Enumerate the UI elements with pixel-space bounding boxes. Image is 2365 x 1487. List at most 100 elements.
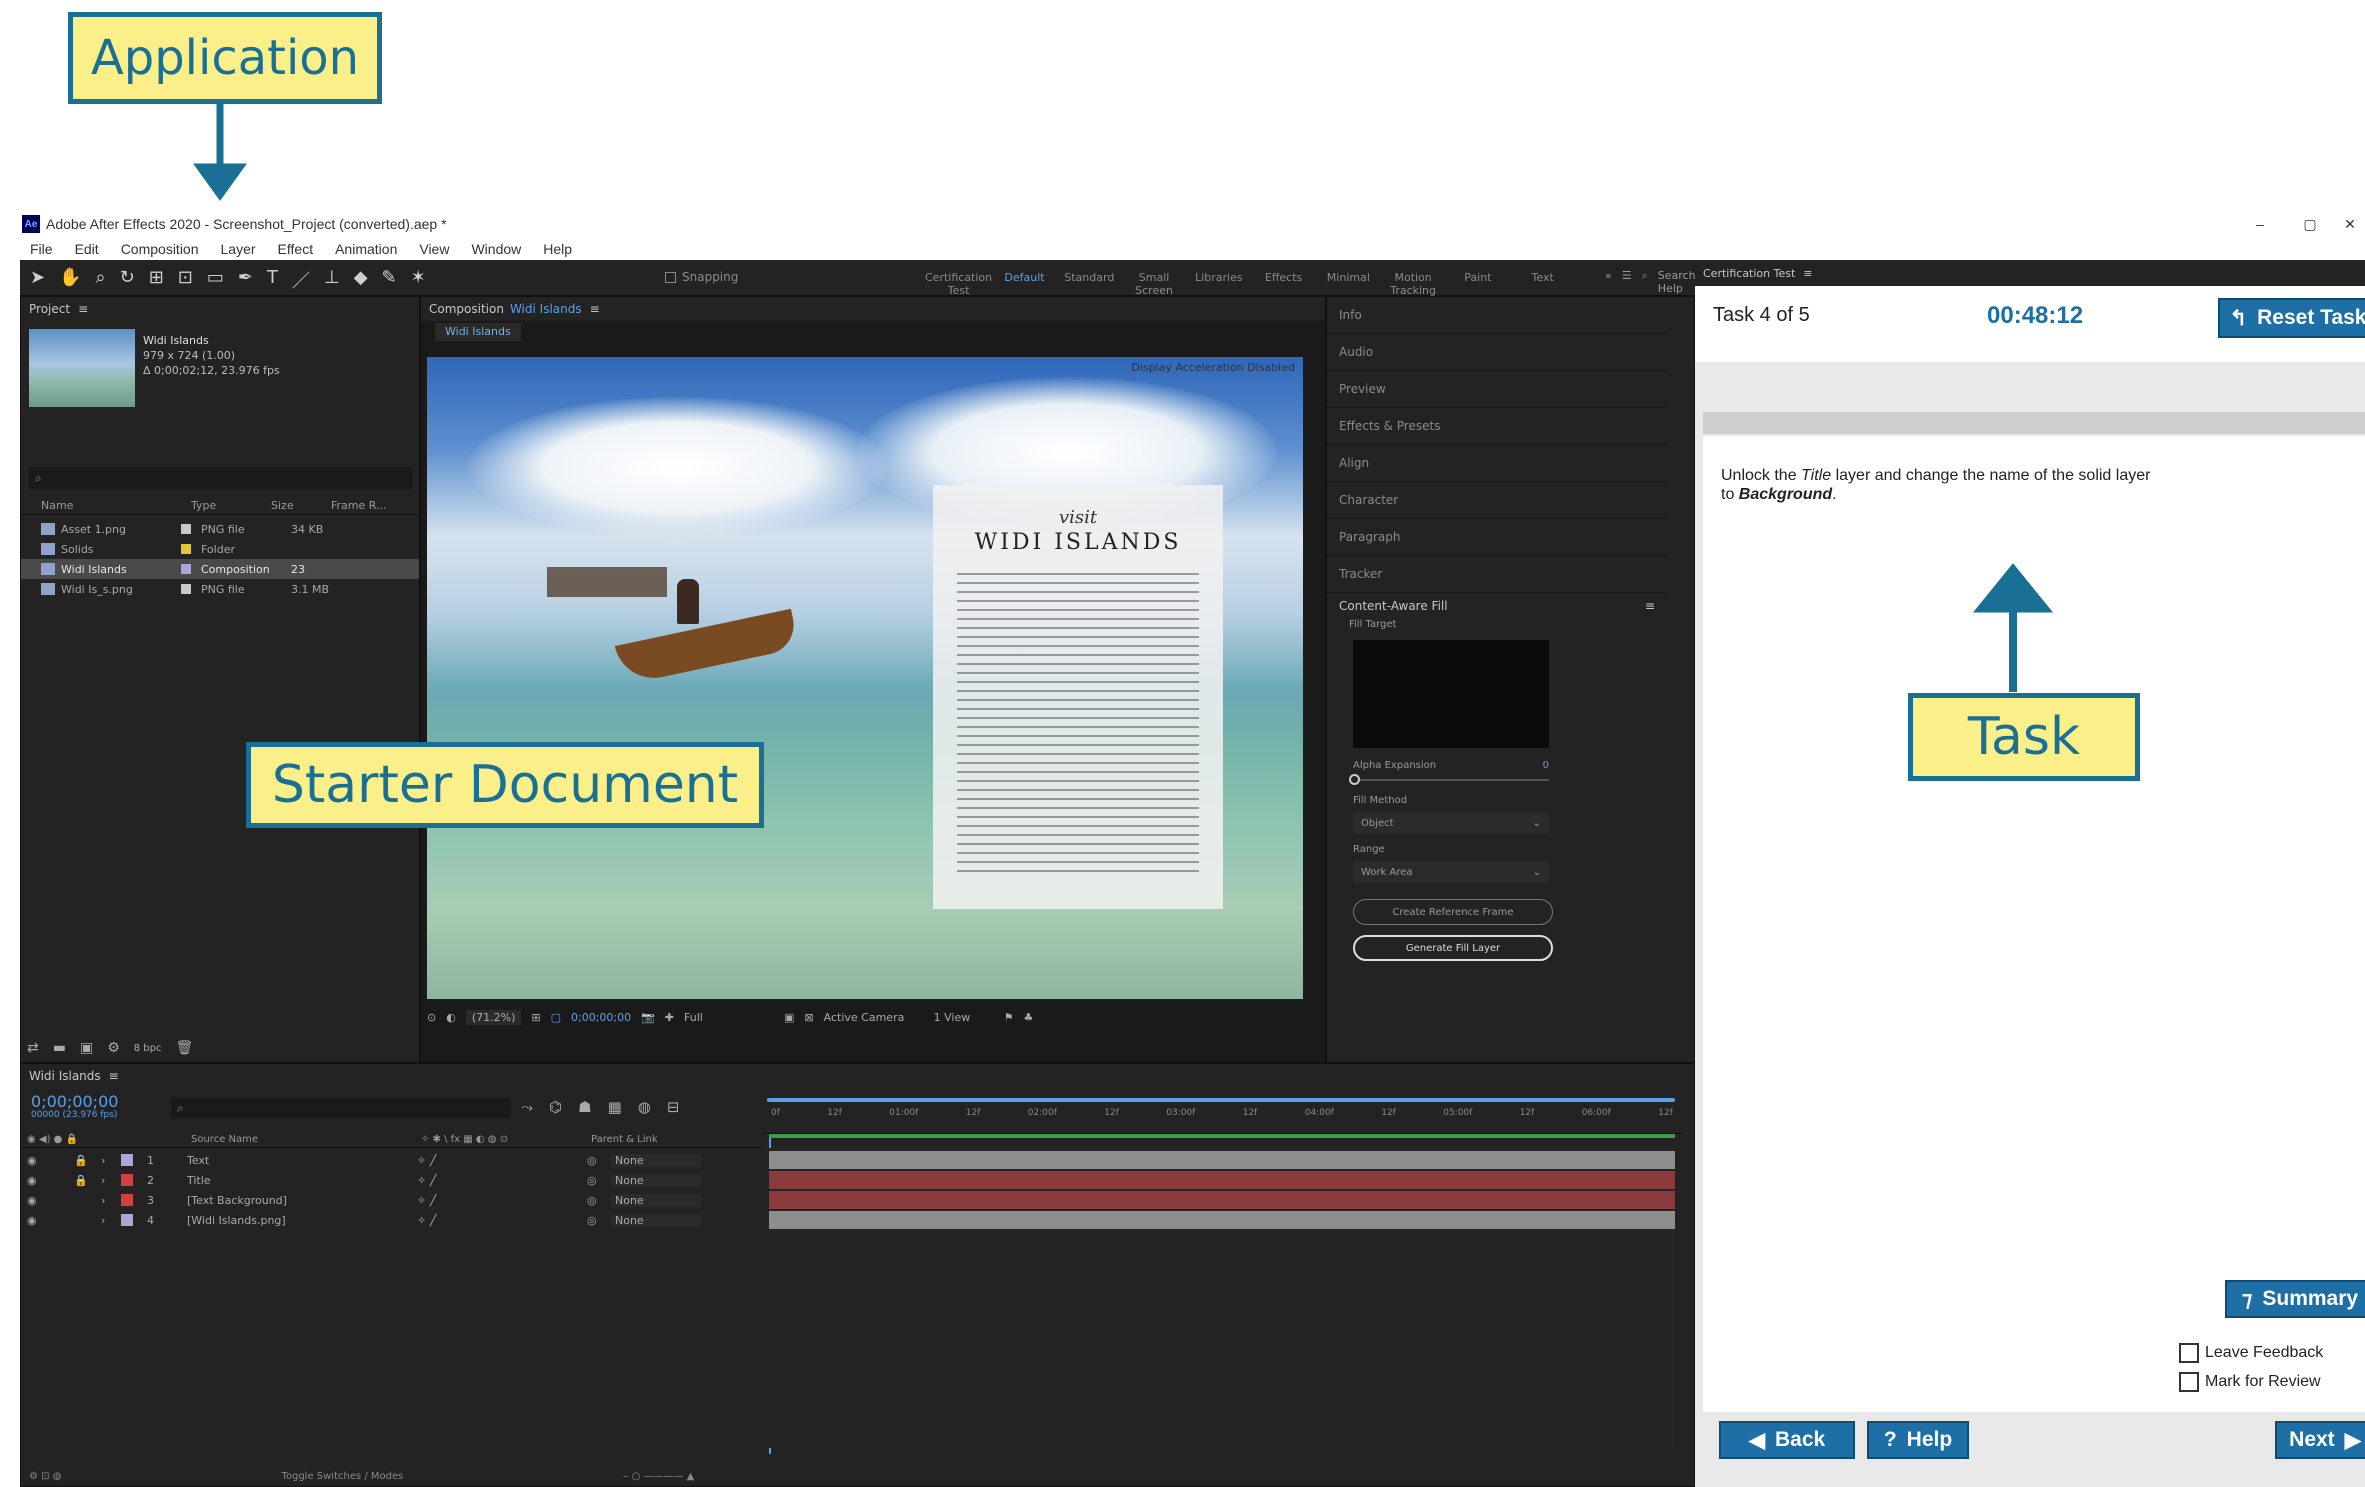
project-search-input[interactable]: ⌕ <box>29 467 413 489</box>
camera-tool-icon[interactable]: ⊞ <box>149 267 164 293</box>
layer-track-bar[interactable] <box>769 1151 1675 1169</box>
zoom-tool-icon[interactable]: ⌕ <box>96 267 106 293</box>
layer-row[interactable]: ◉ › 4 [Widi Islands.png] ✧ ╱ ◎ None <box>21 1210 761 1230</box>
selection-tool-icon[interactable]: ➤ <box>30 267 45 293</box>
layer-parent-select[interactable]: None <box>611 1213 701 1227</box>
leave-feedback-checkbox[interactable] <box>2179 1343 2199 1363</box>
resolution-dropdown[interactable]: Full <box>684 1011 774 1024</box>
fast-preview-icon[interactable]: ◐ <box>446 1011 456 1024</box>
summary-button[interactable]: ⁊ Summary <box>2225 1280 2365 1318</box>
transparency-grid-icon[interactable]: ⊠ <box>804 1011 813 1024</box>
layer-color-label[interactable] <box>121 1214 133 1226</box>
new-folder-icon[interactable]: ▬ <box>53 1040 66 1056</box>
workspace-menu-icon[interactable]: ☰ <box>1622 269 1632 295</box>
panel-character[interactable]: Character <box>1327 482 1667 519</box>
search-help-label[interactable]: Search Help <box>1658 269 1696 295</box>
layer-row[interactable]: ◉ 🔒 › 1 Text ✧ ╱ ◎ None <box>21 1150 761 1170</box>
bpc-label[interactable]: 8 bpc <box>134 1043 162 1054</box>
delete-icon[interactable]: 🗑 <box>176 1040 194 1056</box>
layer-switches[interactable]: ✧ ╱ <box>417 1214 587 1227</box>
workspace-effects[interactable]: Effects <box>1251 271 1316 297</box>
layer-switches[interactable]: ✧ ╱ <box>417 1174 587 1187</box>
workspace-standard[interactable]: Standard <box>1057 271 1122 297</box>
visibility-icon[interactable]: ◉ <box>21 1154 61 1167</box>
timeline-tab[interactable]: Widi Islands <box>29 1069 101 1083</box>
composition-viewer[interactable]: Display Acceleration Disabled visit WIDI… <box>427 357 1303 999</box>
pickwhip-icon[interactable]: ◎ <box>587 1174 611 1187</box>
next-button[interactable]: Next ▶ <box>2275 1421 2365 1459</box>
panel-paragraph[interactable]: Paragraph <box>1327 519 1667 556</box>
eraser-tool-icon[interactable]: ◆ <box>354 267 368 293</box>
layer-color-label[interactable] <box>121 1194 133 1206</box>
workspace-paint[interactable]: Paint <box>1446 271 1511 297</box>
layer-color-label[interactable] <box>121 1174 133 1186</box>
composition-tab[interactable]: Widi Islands <box>435 323 521 341</box>
menu-file[interactable]: File <box>30 241 53 257</box>
choose-grid-icon[interactable]: ⊞ <box>531 1011 540 1024</box>
mark-review-option[interactable]: Mark for Review <box>2179 1372 2321 1392</box>
interpret-footage-icon[interactable]: ⇄ <box>27 1040 39 1056</box>
pickwhip-icon[interactable]: ◎ <box>587 1214 611 1227</box>
layer-row[interactable]: ◉ 🔒 › 2 Title ✧ ╱ ◎ None <box>21 1170 761 1190</box>
panel-tracker[interactable]: Tracker <box>1327 556 1667 593</box>
expand-icon[interactable]: › <box>101 1214 121 1227</box>
target-region-icon[interactable]: ▣ <box>784 1011 794 1024</box>
toggle-switches-modes[interactable]: Toggle Switches / Modes <box>281 1471 403 1482</box>
workspace-default[interactable]: Default <box>992 271 1057 297</box>
layer-parent-select[interactable]: None <box>611 1193 701 1207</box>
expand-icon[interactable]: › <box>101 1174 121 1187</box>
layer-parent-select[interactable]: None <box>611 1173 701 1187</box>
time-ruler[interactable]: 0f 12f 01:00f 12f 02:00f 12f 03:00f 12f 04:00f 12… <box>763 1094 1681 1134</box>
panel-preview[interactable]: Preview <box>1327 371 1667 408</box>
project-settings-icon[interactable]: ⚙ <box>107 1040 120 1056</box>
type-tool-icon[interactable]: T <box>267 267 278 293</box>
workspace-text[interactable]: Text <box>1510 271 1575 297</box>
caf-range-select[interactable]: Work Area ⌄ <box>1353 861 1549 883</box>
generate-fill-layer-button[interactable]: Generate Fill Layer <box>1353 935 1553 961</box>
menu-layer[interactable]: Layer <box>221 241 256 257</box>
menu-view[interactable]: View <box>419 241 449 257</box>
menu-animation[interactable]: Animation <box>335 241 397 257</box>
restore-icon[interactable]: ▢ <box>2285 216 2335 233</box>
comp-flowchart-icon[interactable]: ⤳ <box>521 1098 533 1116</box>
mark-review-checkbox[interactable] <box>2179 1372 2199 1392</box>
timeline-footer-icons[interactable]: ⚙ ⊡ ◍ <box>29 1471 61 1482</box>
menu-edit[interactable]: Edit <box>75 241 99 257</box>
snapping-checkbox[interactable] <box>665 271 676 283</box>
layer-track-bar[interactable] <box>769 1211 1675 1229</box>
panel-info[interactable]: Info <box>1327 297 1667 334</box>
layer-switches[interactable]: ✧ ╱ <box>417 1154 587 1167</box>
workspace-minimal[interactable]: Minimal <box>1316 271 1381 297</box>
shy-icon[interactable]: ☗ <box>578 1098 591 1116</box>
region-icon[interactable]: ▢ <box>551 1011 561 1024</box>
layer-track-bar[interactable] <box>769 1171 1675 1189</box>
menu-window[interactable]: Window <box>471 241 521 257</box>
layer-parent-select[interactable]: None <box>611 1153 701 1167</box>
caf-fill-method-select[interactable]: Object ⌄ <box>1353 812 1549 834</box>
pen-tool-icon[interactable]: ✒ <box>238 267 253 293</box>
menu-effect[interactable]: Effect <box>278 241 314 257</box>
roto-brush-tool-icon[interactable]: ✎ <box>382 267 397 293</box>
draft-3d-icon[interactable]: ⌬ <box>549 1098 562 1116</box>
expand-icon[interactable]: › <box>101 1154 121 1167</box>
snapshot-icon[interactable]: 📷 <box>641 1011 655 1024</box>
close-icon[interactable]: ✕ <box>2335 216 2365 233</box>
visibility-icon[interactable]: ◉ <box>21 1214 61 1227</box>
views-dropdown[interactable]: 1 View <box>934 1011 994 1024</box>
reset-task-button[interactable]: ↰ Reset Task <box>2218 298 2365 338</box>
flowchart-icon[interactable]: ♣ <box>1024 1011 1034 1024</box>
pickwhip-icon[interactable]: ◎ <box>587 1194 611 1207</box>
rotate-tool-icon[interactable]: ↻ <box>120 267 135 293</box>
caf-alpha-slider[interactable] <box>1349 774 1549 785</box>
graph-editor-icon[interactable]: ⊟ <box>667 1098 680 1116</box>
layer-name[interactable]: [Text Background] <box>187 1194 417 1207</box>
rectangle-tool-icon[interactable]: ▭ <box>207 267 224 293</box>
timeline-search-input[interactable]: ⌕ <box>171 1098 511 1118</box>
project-item[interactable]: Widi Islands Composition 23 <box>21 559 419 579</box>
project-item[interactable]: Solids Folder <box>21 539 419 559</box>
panel-align[interactable]: Align <box>1327 445 1667 482</box>
panel-effects-presets[interactable]: Effects & Presets <box>1327 408 1667 445</box>
visibility-icon[interactable]: ◉ <box>21 1194 61 1207</box>
pickwhip-icon[interactable]: ◎ <box>587 1154 611 1167</box>
col-name[interactable]: Name <box>21 499 171 512</box>
